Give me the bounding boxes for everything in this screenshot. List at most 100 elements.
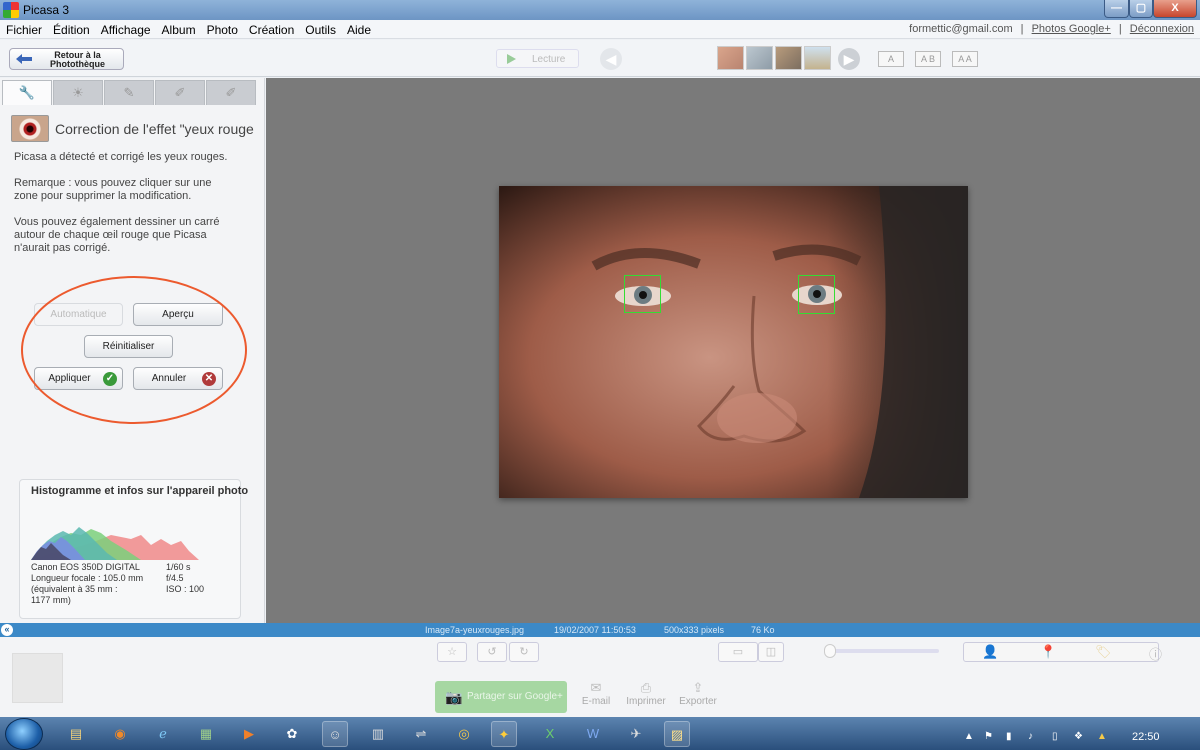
network-icon[interactable]: ▮: [1006, 731, 1012, 742]
caption-size-large-button[interactable]: A A: [952, 51, 978, 67]
tab-tuning[interactable]: ☀: [53, 80, 103, 105]
power-icon[interactable]: ▯: [1052, 731, 1058, 742]
annotation-ellipse: [21, 276, 247, 424]
info-icon[interactable]: ⓘ: [1149, 644, 1162, 663]
menu-photo[interactable]: Photo: [201, 20, 243, 37]
collapse-tray-icon[interactable]: «: [1, 624, 13, 636]
app-icon[interactable]: ✿: [279, 721, 305, 747]
explorer-icon[interactable]: ▤: [63, 721, 89, 747]
dropbox-icon[interactable]: ❖: [1074, 731, 1083, 742]
caption-size-small-button[interactable]: A: [878, 51, 904, 67]
notepad-icon[interactable]: ▥: [365, 721, 391, 747]
maximize-button[interactable]: ▢: [1129, 0, 1153, 18]
tag-icon[interactable]: 🏷: [1095, 644, 1112, 660]
email-action[interactable]: ✉ E-mail: [574, 680, 618, 707]
drive-icon[interactable]: ▲: [1097, 731, 1107, 742]
word-icon[interactable]: W: [580, 721, 606, 747]
app-icon[interactable]: ▦: [193, 721, 219, 747]
iso: ISO : 100: [166, 584, 205, 594]
filmstrip-thumb[interactable]: [717, 46, 744, 70]
back-label-line2: Photothèque: [50, 59, 105, 69]
zoom-slider-handle[interactable]: [824, 644, 836, 658]
export-icon: ⇪: [692, 680, 704, 695]
envelope-icon: ✉: [590, 680, 602, 695]
caption-size-medium-button[interactable]: A B: [915, 51, 941, 67]
focal-equivalent: (équivalent à 35 mm :: [31, 584, 118, 594]
ie-icon[interactable]: ℯ: [150, 721, 176, 747]
close-button[interactable]: X: [1153, 0, 1197, 18]
menu-edition[interactable]: Édition: [47, 20, 95, 37]
app-icon[interactable]: ▨: [664, 721, 690, 747]
view-compare-icon[interactable]: ◫: [758, 642, 784, 662]
previous-photo-icon[interactable]: ◀: [600, 48, 622, 70]
location-pin-icon[interactable]: 📍: [1040, 644, 1056, 660]
status-bar: Image7a-yeuxrouges.jpg 19/02/2007 11:50:…: [0, 623, 1200, 637]
app-icon[interactable]: ☺: [322, 721, 348, 747]
excel-icon[interactable]: X: [537, 721, 563, 747]
remark-text: Remarque : vous pouvez cliquer sur une z…: [14, 177, 212, 202]
next-photo-icon[interactable]: ▶: [838, 48, 860, 70]
red-eye-selection-box[interactable]: [798, 275, 835, 314]
tab-effects[interactable]: ✎: [104, 80, 154, 105]
email-label: E-mail: [581, 696, 611, 707]
window-title: Picasa 3: [23, 3, 70, 17]
firefox-icon[interactable]: ◉: [107, 721, 133, 747]
menu-fichier[interactable]: Fichier: [0, 20, 47, 37]
chrome-icon[interactable]: ◎: [451, 721, 477, 747]
portrait-image: [499, 186, 968, 498]
share-label: Partager sur Google+: [467, 691, 563, 702]
share-google-plus-button[interactable]: 📷 Partager sur Google+: [435, 681, 567, 713]
menu-creation[interactable]: Création: [243, 20, 299, 37]
photo[interactable]: [499, 186, 968, 498]
tab-effects-more[interactable]: ✐: [155, 80, 205, 105]
star-icon[interactable]: ☆: [437, 642, 467, 662]
app-icon[interactable]: ⇌: [408, 721, 434, 747]
filmstrip-thumb[interactable]: [775, 46, 802, 70]
rotate-left-icon[interactable]: ↺: [477, 642, 507, 662]
info-text: Picasa a détecté et corrigé les yeux rou…: [14, 151, 228, 163]
minimize-button[interactable]: —: [1104, 0, 1129, 18]
play-icon: [507, 54, 516, 64]
person-icon[interactable]: 👤: [982, 644, 998, 660]
slideshow-play-button[interactable]: Lecture: [496, 49, 579, 68]
hint-text: Vous pouvez également dessiner un carré …: [14, 216, 220, 254]
print-label: Imprimer: [626, 696, 666, 707]
account-bar: formettic@gmail.com | Photos Google+ | D…: [909, 23, 1194, 35]
tray-thumbnail[interactable]: [12, 653, 63, 703]
zoom-slider[interactable]: [827, 649, 939, 653]
print-action[interactable]: ⎙ Imprimer: [624, 680, 668, 707]
photos-google-link[interactable]: Photos Google+: [1032, 23, 1111, 35]
menu-album[interactable]: Album: [156, 20, 201, 37]
menu-aide[interactable]: Aide: [341, 20, 376, 37]
back-to-library-button[interactable]: Retour à la Photothèque: [9, 48, 124, 70]
clock[interactable]: 22:50: [1132, 731, 1160, 743]
red-eye-selection-box[interactable]: [624, 275, 661, 313]
app-icon[interactable]: ✈: [623, 721, 649, 747]
media-player-icon[interactable]: ▶: [236, 721, 262, 747]
separator: |: [1118, 23, 1122, 35]
logout-link[interactable]: Déconnexion: [1130, 23, 1194, 35]
effects-icon: ✐: [174, 85, 186, 100]
volume-icon[interactable]: ♪: [1028, 731, 1033, 742]
effects-icon: ✐: [225, 85, 237, 100]
printer-icon: ⎙: [640, 680, 652, 695]
tab-effects-extra[interactable]: ✐: [206, 80, 256, 105]
flag-icon[interactable]: ⚑: [984, 731, 993, 742]
export-action[interactable]: ⇪ Exporter: [676, 680, 720, 707]
picasa-taskbar-icon[interactable]: ✦: [491, 721, 517, 747]
tab-basic-fixes[interactable]: 🔧: [2, 80, 52, 105]
menu-outils[interactable]: Outils: [299, 20, 341, 37]
start-button[interactable]: [5, 718, 43, 750]
rotate-right-icon[interactable]: ↻: [509, 642, 539, 662]
export-label: Exporter: [679, 696, 717, 707]
focal-length: Longueur focale : 105.0 mm: [31, 573, 144, 583]
status-dimensions: 500x333 pixels: [664, 625, 725, 635]
tray-expand-icon[interactable]: ▲: [964, 731, 974, 742]
menu-affichage[interactable]: Affichage: [95, 20, 156, 37]
back-arrow-icon: [16, 54, 32, 64]
aperture: f/4.5: [166, 573, 184, 583]
filmstrip-thumb[interactable]: [746, 46, 773, 70]
camera-plus-icon: 📷: [445, 689, 463, 705]
filmstrip-thumb[interactable]: [804, 46, 831, 70]
view-single-icon[interactable]: ▭: [718, 642, 758, 662]
